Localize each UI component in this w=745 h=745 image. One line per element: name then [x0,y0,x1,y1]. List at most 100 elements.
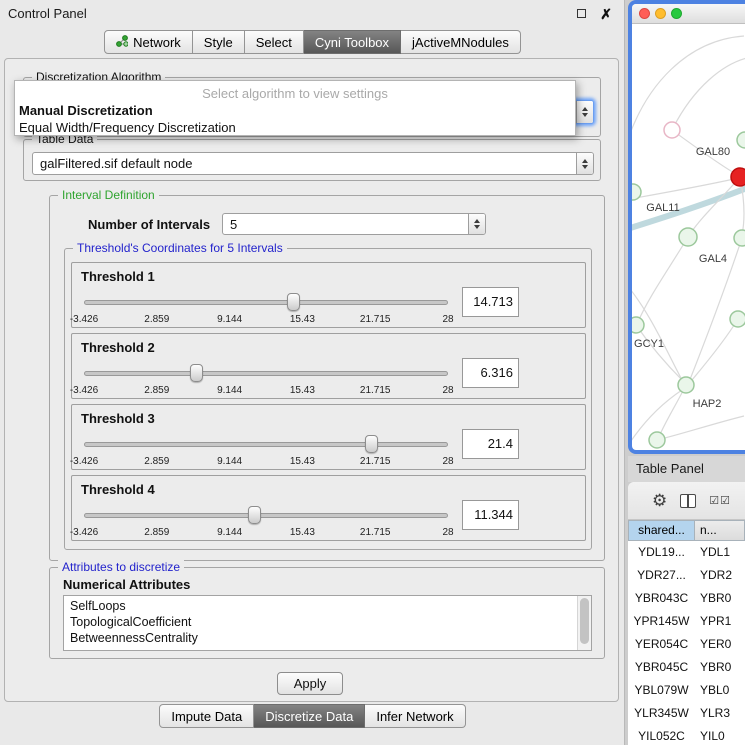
table-cell[interactable]: YBR0 [695,656,745,679]
table-row[interactable]: YBR043CYBR0 [628,587,745,610]
table-cell[interactable]: YDL19... [628,541,695,564]
table-cell[interactable]: YDR27... [628,564,695,587]
table-row[interactable]: YBR045CYBR0 [628,656,745,679]
network-icon [116,32,128,53]
threshold-slider[interactable]: -3.4262.8599.14415.4321.71528 [84,433,448,469]
slider-track[interactable] [84,371,448,376]
table-cell[interactable]: YLR3 [695,702,745,725]
threshold-value-field[interactable]: 6.316 [462,358,519,388]
select-columns-checkboxes-icon[interactable]: ☑☑ [709,495,731,507]
combo-stepper-icon[interactable] [468,214,485,234]
table-header-row: shared...n... [628,520,745,541]
scale-tick-label: 2.859 [144,527,169,538]
mac-minimize-icon[interactable] [655,8,666,19]
column-header-2[interactable]: n... [695,520,745,541]
table-cell[interactable]: YDL1 [695,541,745,564]
table-cell[interactable]: YBL0 [695,679,745,702]
slider-thumb[interactable] [287,293,300,311]
table-cell[interactable]: YBR043C [628,587,695,610]
table-cell[interactable]: YER0 [695,633,745,656]
network-node-green[interactable] [632,184,641,200]
network-node-red[interactable] [731,168,745,186]
table-row[interactable]: YBL079WYBL0 [628,679,745,702]
attribute-item[interactable]: SelfLoops [64,598,591,614]
scale-tick-label: 28 [442,385,453,396]
arrow-up-icon [582,159,588,163]
table-row[interactable]: YDR27...YDR2 [628,564,745,587]
tab-infer-network[interactable]: Infer Network [365,704,465,728]
list-scrollbar[interactable] [577,596,591,650]
scale-tick-label: 28 [442,314,453,325]
table-row[interactable]: YPR145WYPR1 [628,610,745,633]
attribute-item[interactable]: BetweennessCentrality [64,630,591,646]
table-cell[interactable]: YIL052C [628,725,695,745]
table-cell[interactable]: YER054C [628,633,695,656]
network-node-green[interactable] [679,228,697,246]
slider-thumb[interactable] [190,364,203,382]
network-node-green[interactable] [678,377,694,393]
tab-jactivemnodules[interactable]: jActiveMNodules [401,30,521,54]
combo-stepper-icon[interactable] [576,153,593,174]
apply-button[interactable]: Apply [277,672,343,695]
num-intervals-combobox[interactable]: 5 [222,213,486,235]
tab-network[interactable]: Network [104,30,193,54]
algorithm-dropdown-popup: Select algorithm to view settings Manual… [14,80,576,136]
table-cell[interactable]: YPR145W [628,610,695,633]
tab-discretize-data[interactable]: Discretize Data [254,704,365,728]
network-node-green[interactable] [632,317,644,333]
numerical-attributes-list[interactable]: SelfLoopsTopologicalCoefficientBetweenne… [63,595,592,651]
mac-close-icon[interactable] [639,8,650,19]
table-cell[interactable]: YLR345W [628,702,695,725]
attribute-item[interactable]: TopologicalCoefficient [64,614,591,630]
threshold-value-field[interactable]: 14.713 [462,287,519,317]
table-panel-toolbar: ⚙ ☑☑ [628,482,745,520]
table-cell[interactable]: YDR2 [695,564,745,587]
table-row[interactable]: YLR345WYLR3 [628,702,745,725]
tab-select[interactable]: Select [245,30,304,54]
table-panel-window: ⚙ ☑☑ shared...n... YDL19...YDL1YDR27...Y… [628,482,745,745]
close-icon[interactable]: ✗ [600,7,612,21]
gear-icon[interactable]: ⚙ [652,492,667,509]
slider-thumb[interactable] [365,435,378,453]
combo-stepper-icon[interactable] [576,101,593,123]
network-canvas[interactable]: GAL80GAL11GAL4GCY1HAP2 [632,24,745,450]
slider-track[interactable] [84,513,448,518]
mac-zoom-icon[interactable] [671,8,682,19]
table-cell[interactable]: YBL079W [628,679,695,702]
float-window-icon[interactable] [577,9,586,18]
network-node-pink[interactable] [664,122,680,138]
column-header-1[interactable]: shared... [628,520,695,541]
dropdown-option-manual-discretization[interactable]: Manual Discretization [15,102,575,119]
table-data-combobox[interactable]: galFiltered.sif default node [32,152,594,175]
table-row[interactable]: YDL19...YDL1 [628,541,745,564]
threshold-slider[interactable]: -3.4262.8599.14415.4321.71528 [84,504,448,540]
table-cell[interactable]: YBR0 [695,587,745,610]
dropdown-placeholder: Select algorithm to view settings [15,85,575,102]
slider-track[interactable] [84,300,448,305]
dropdown-option-equal-width-frequency[interactable]: Equal Width/Frequency Discretization [15,119,575,136]
threshold-slider[interactable]: -3.4262.8599.14415.4321.71528 [84,362,448,398]
window-title: Control Panel [8,6,577,21]
network-node-green[interactable] [734,230,745,246]
table-cell[interactable]: YBR045C [628,656,695,679]
slider-thumb[interactable] [248,506,261,524]
network-node-green[interactable] [730,311,745,327]
num-intervals-value: 5 [230,214,237,234]
threshold-value-field[interactable]: 11.344 [462,500,519,530]
network-edge [672,58,745,130]
table-cell[interactable]: YIL0 [695,725,745,745]
threshold-value-field[interactable]: 21.4 [462,429,519,459]
network-node-green[interactable] [737,132,745,148]
group-title-interval-definition: Interval Definition [58,188,159,202]
table-row[interactable]: YIL052CYIL0 [628,725,745,745]
tab-style[interactable]: Style [193,30,245,54]
network-node-green[interactable] [649,432,665,448]
scrollbar-thumb[interactable] [580,598,589,644]
table-row[interactable]: YER054CYER0 [628,633,745,656]
tab-impute-data[interactable]: Impute Data [159,704,254,728]
slider-track[interactable] [84,442,448,447]
table-cell[interactable]: YPR1 [695,610,745,633]
columns-icon[interactable] [680,494,696,508]
threshold-slider[interactable]: -3.4262.8599.14415.4321.71528 [84,291,448,327]
tab-cyni-toolbox[interactable]: Cyni Toolbox [304,30,401,54]
